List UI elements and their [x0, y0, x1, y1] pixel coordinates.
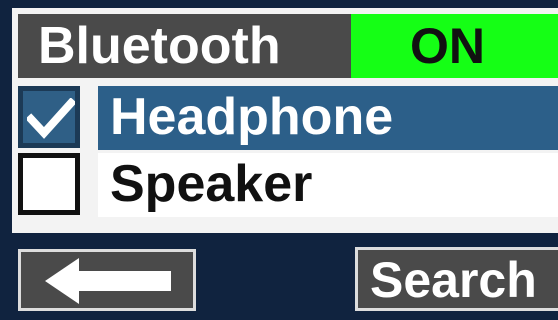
device-row-headphone[interactable]: Headphone	[18, 86, 558, 150]
bluetooth-screen: Bluetooth ON Headphone Speaker Search	[0, 0, 558, 320]
left-arrow-icon	[45, 258, 171, 304]
bluetooth-title: Bluetooth	[18, 14, 351, 78]
speaker-checkbox[interactable]	[18, 153, 80, 215]
speaker-label: Speaker	[98, 153, 558, 217]
headphone-label: Headphone	[98, 86, 558, 150]
back-button[interactable]	[18, 249, 196, 311]
bluetooth-toggle[interactable]: ON	[351, 14, 558, 78]
checkmark-icon	[27, 98, 75, 139]
search-button[interactable]: Search	[355, 247, 558, 311]
device-row-speaker[interactable]: Speaker	[18, 153, 558, 217]
headphone-checkbox[interactable]	[18, 86, 80, 148]
